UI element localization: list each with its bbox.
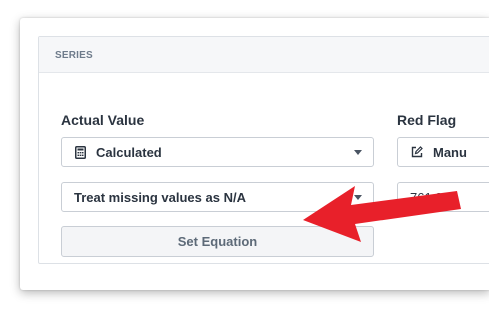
red-flag-source-select[interactable]: Manu [397,137,489,167]
actual-value-source-select[interactable]: Calculated [61,137,374,167]
edit-icon [411,146,423,158]
calculator-icon [75,145,86,159]
red-annotation-arrow-icon [303,186,461,242]
actual-value-source-value: Calculated [96,144,162,160]
panel-header: SERIES [39,37,489,73]
panel-title: SERIES [55,50,93,61]
red-flag-source-value: Manu [433,144,467,160]
dialog-frame: SERIES Actual Value Red Flag Calculated [20,18,489,290]
actual-value-label: Actual Value [61,112,145,128]
missing-values-value: Treat missing values as N/A [74,189,246,205]
red-flag-label: Red Flag [397,112,457,128]
chevron-down-icon [354,150,362,155]
